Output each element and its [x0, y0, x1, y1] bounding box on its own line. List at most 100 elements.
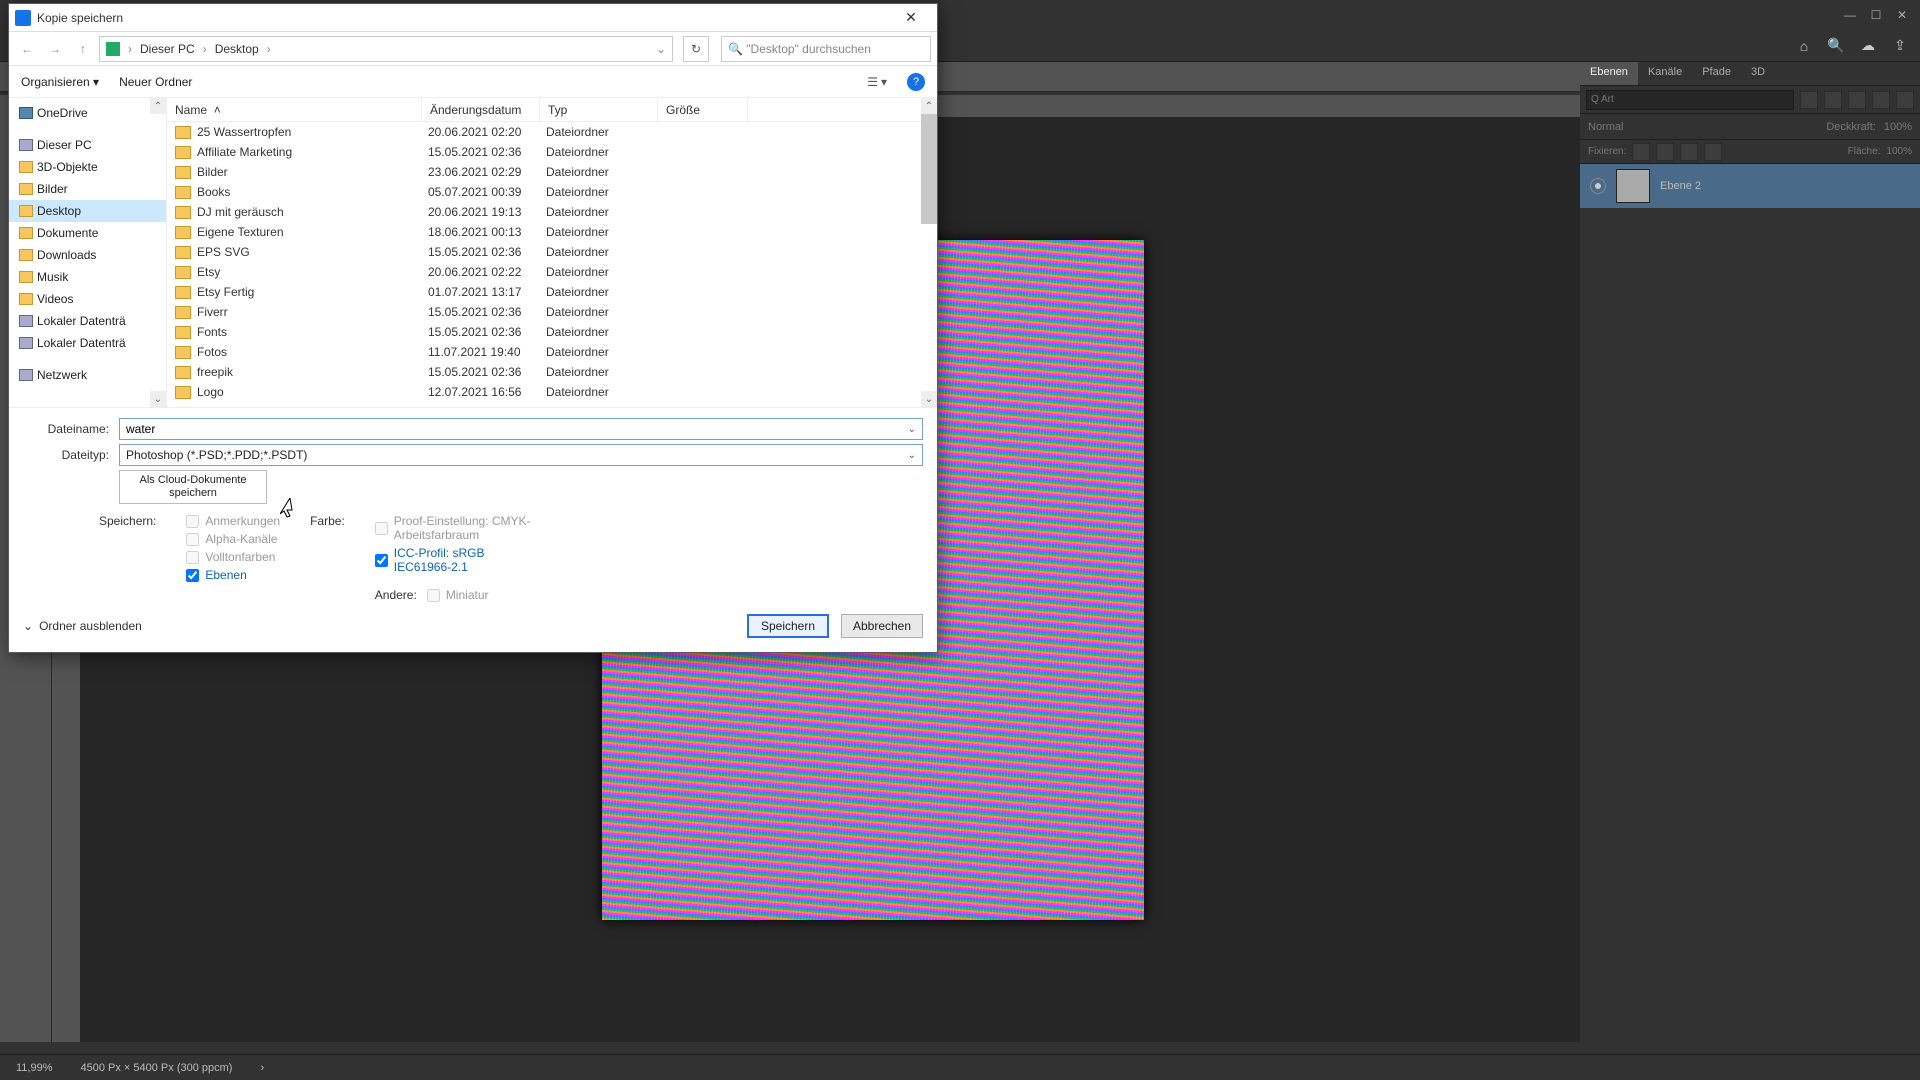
dialog-close-button[interactable]: ✕ [891, 5, 931, 31]
lock-position-icon[interactable] [1656, 143, 1674, 161]
sidebar-onedrive[interactable]: OneDrive [9, 102, 166, 124]
folder-icon [175, 266, 191, 279]
scrollbar-thumb[interactable] [921, 114, 937, 224]
column-size[interactable]: Größe [658, 98, 748, 121]
table-row[interactable]: EPS SVG15.05.2021 02:36Dateiordner [167, 242, 937, 262]
sidebar-videos[interactable]: Videos [9, 288, 166, 310]
chevron-right-icon[interactable]: › [128, 42, 132, 56]
sidebar-local-disk-1[interactable]: Lokaler Datenträ [9, 310, 166, 332]
table-row[interactable]: Etsy20.06.2021 02:22Dateiordner [167, 262, 937, 282]
fill-value[interactable]: 100% [1886, 146, 1912, 157]
table-row[interactable]: Bilder23.06.2021 02:29Dateiordner [167, 162, 937, 182]
close-button[interactable]: ✕ [1890, 4, 1914, 26]
address-bar[interactable]: › Dieser PC › Desktop › ⌄ [99, 36, 673, 62]
column-type[interactable]: Typ [540, 98, 658, 121]
sidebar-music[interactable]: Musik [9, 266, 166, 288]
chevron-right-icon[interactable]: › [203, 42, 207, 56]
filter-shape-icon[interactable] [1872, 91, 1890, 109]
column-name[interactable]: Name ˄ [167, 98, 422, 121]
scroll-down-button[interactable]: ⌄ [150, 391, 166, 407]
tab-paths[interactable]: Pfade [1692, 62, 1741, 85]
back-button[interactable]: ← [15, 37, 39, 61]
filter-adjust-icon[interactable] [1824, 91, 1842, 109]
chevron-down-icon[interactable]: ⌄ [656, 42, 666, 56]
filter-type-icon[interactable] [1848, 91, 1866, 109]
lock-pixels-icon[interactable] [1632, 143, 1650, 161]
sidebar-pictures[interactable]: Bilder [9, 178, 166, 200]
table-row[interactable]: Fonts15.05.2021 02:36Dateiordner [167, 322, 937, 342]
cloud-icon[interactable]: ☁ [1858, 36, 1878, 56]
share-icon[interactable]: ⇪ [1890, 36, 1910, 56]
save-button[interactable]: Speichern [747, 614, 829, 638]
search-icon[interactable]: 🔍 [1826, 36, 1846, 56]
column-date[interactable]: Änderungsdatum [422, 98, 540, 121]
cancel-button[interactable]: Abbrechen [841, 614, 923, 638]
file-type: Dateiordner [538, 265, 656, 279]
filename-input[interactable] [126, 422, 908, 436]
filename-input-wrap[interactable]: ⌄ [119, 418, 923, 440]
hide-folders-toggle[interactable]: ⌄Ordner ausblenden [23, 619, 142, 633]
table-row[interactable]: freepik15.05.2021 02:36Dateiordner [167, 362, 937, 382]
sidebar-downloads[interactable]: Downloads [9, 244, 166, 266]
layer-thumbnail[interactable] [1616, 169, 1650, 203]
folder-icon [175, 286, 191, 299]
breadcrumb-this-pc[interactable]: Dieser PC [140, 42, 195, 56]
new-folder-button[interactable]: Neuer Ordner [119, 75, 192, 89]
sidebar-local-disk-2[interactable]: Lokaler Datenträ [9, 332, 166, 354]
breadcrumb-desktop[interactable]: Desktop [215, 42, 259, 56]
sidebar-documents[interactable]: Dokumente [9, 222, 166, 244]
chevron-down-icon[interactable]: ⌄ [908, 450, 916, 461]
organize-menu[interactable]: Organisieren ▾ [21, 75, 99, 89]
table-row[interactable]: Fiverr15.05.2021 02:36Dateiordner [167, 302, 937, 322]
table-row[interactable]: Fotos11.07.2021 19:40Dateiordner [167, 342, 937, 362]
sidebar-network[interactable]: Netzwerk [9, 364, 166, 386]
table-row[interactable]: DJ mit geräusch20.06.2021 19:13Dateiordn… [167, 202, 937, 222]
chk-layers[interactable]: Ebenen [186, 568, 280, 582]
sidebar-3d-objects[interactable]: 3D-Objekte [9, 156, 166, 178]
layer-search-input[interactable] [1586, 90, 1794, 110]
table-row[interactable]: Affiliate Marketing15.05.2021 02:36Datei… [167, 142, 937, 162]
forward-button[interactable]: → [43, 37, 67, 61]
table-row[interactable]: Eigene Texturen18.06.2021 00:13Dateiordn… [167, 222, 937, 242]
filter-image-icon[interactable] [1800, 91, 1818, 109]
sidebar-this-pc[interactable]: Dieser PC [9, 134, 166, 156]
opacity-value[interactable]: 100% [1884, 121, 1912, 133]
filter-smart-icon[interactable] [1896, 91, 1914, 109]
scroll-down-button[interactable]: ⌄ [921, 391, 937, 407]
file-list[interactable]: 25 Wassertropfen20.06.2021 02:20Dateiord… [167, 122, 937, 407]
tab-layers[interactable]: Ebenen [1580, 62, 1638, 85]
view-mode-button[interactable]: ☰▾ [867, 75, 887, 89]
help-button[interactable]: ? [907, 73, 925, 91]
chk-icc[interactable]: ICC-Profil: sRGB IEC61966-2.1 [375, 546, 535, 574]
refresh-button[interactable]: ↻ [683, 36, 709, 62]
table-row[interactable]: Etsy Fertig01.07.2021 13:17Dateiordner [167, 282, 937, 302]
file-name: 25 Wassertropfen [197, 125, 420, 139]
filetype-select[interactable]: Photoshop (*.PSD;*.PDD;*.PSDT) ⌄ [119, 444, 923, 466]
layer-name[interactable]: Ebene 2 [1660, 180, 1701, 192]
file-header[interactable]: Name ˄ Änderungsdatum Typ Größe [167, 98, 937, 122]
home-icon[interactable]: ⌂ [1794, 36, 1814, 56]
blend-mode-select[interactable]: Normal [1588, 121, 1623, 133]
folder-search-input[interactable]: 🔍 "Desktop" durchsuchen [721, 36, 931, 62]
save-to-cloud-button[interactable]: Als Cloud-Dokumente speichern [119, 470, 267, 504]
minimize-button[interactable]: — [1838, 4, 1862, 26]
table-row[interactable]: Books05.07.2021 00:39Dateiordner [167, 182, 937, 202]
lock-artboard-icon[interactable] [1680, 143, 1698, 161]
maximize-button[interactable]: ☐ [1864, 4, 1888, 26]
up-button[interactable]: ↑ [71, 37, 95, 61]
nav-tree[interactable]: ⌃ OneDrive Dieser PC 3D-Objekte Bilder D… [9, 98, 167, 407]
tab-3d[interactable]: 3D [1741, 62, 1775, 85]
chevron-down-icon[interactable]: ⌄ [908, 424, 916, 435]
layer-row[interactable]: Ebene 2 [1580, 164, 1920, 208]
lock-all-icon[interactable] [1704, 143, 1722, 161]
visibility-icon[interactable] [1590, 178, 1606, 194]
blend-opacity-row: Normal Deckkraft: 100% [1580, 114, 1920, 140]
table-row[interactable]: Logo12.07.2021 16:56Dateiordner [167, 382, 937, 402]
tab-channels[interactable]: Kanäle [1638, 62, 1692, 85]
sidebar-desktop[interactable]: Desktop [9, 200, 166, 222]
table-row[interactable]: 25 Wassertropfen20.06.2021 02:20Dateiord… [167, 122, 937, 142]
scroll-up-button[interactable]: ⌃ [921, 98, 937, 114]
status-zoom[interactable]: 11,99% [16, 1062, 53, 1074]
status-more-icon[interactable]: › [260, 1062, 264, 1074]
chevron-right-icon[interactable]: › [267, 42, 271, 56]
